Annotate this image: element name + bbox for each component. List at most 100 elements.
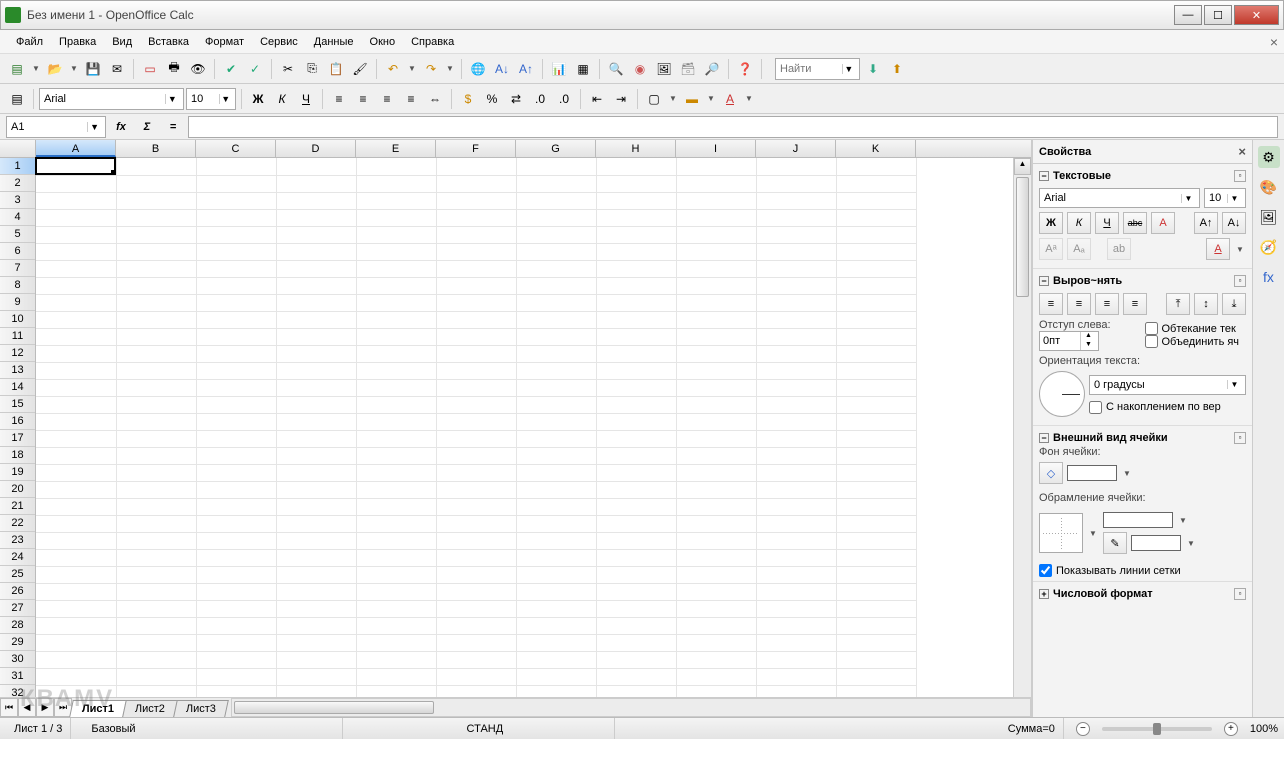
menu-tools[interactable]: Сервис [252,33,306,51]
sb-font-name-dropdown-icon[interactable]: ▼ [1181,194,1195,203]
row-header[interactable]: 1 [0,158,35,175]
search-input[interactable]: ▼ [775,58,860,80]
column-header[interactable]: G [516,140,596,157]
horizontal-scrollbar[interactable] [231,698,1031,717]
row-header[interactable]: 7 [0,260,35,277]
row-header[interactable]: 25 [0,566,35,583]
row-header[interactable]: 17 [0,430,35,447]
select-all-corner[interactable] [0,140,36,157]
font-name-dropdown-icon[interactable]: ▼ [165,94,179,104]
appearance-section-more-icon[interactable]: ▫ [1234,432,1246,444]
hscroll-thumb[interactable] [234,701,434,714]
text-section-header[interactable]: − Текстовые ▫ [1039,168,1246,184]
font-name-combo[interactable]: ▼ [39,88,184,110]
search-down-icon[interactable]: ⬇ [862,58,884,80]
hyperlink-icon[interactable]: 🌐 [467,58,489,80]
vertical-scrollbar[interactable]: ▲ ▼ [1013,158,1031,697]
merge-cells-icon[interactable]: ⇔ [424,88,446,110]
zoom-thumb[interactable] [1153,723,1161,735]
preview-icon[interactable]: 👁 [187,58,209,80]
indent-up-icon[interactable]: ▲ [1080,332,1096,341]
indent-input[interactable] [1040,335,1080,347]
row-header[interactable]: 19 [0,464,35,481]
row-header[interactable]: 18 [0,447,35,464]
font-size-combo[interactable]: ▼ [186,88,236,110]
row-header[interactable]: 16 [0,413,35,430]
save-icon[interactable]: 💾 [82,58,104,80]
wrap-checkbox[interactable]: Обтекание тек [1145,322,1247,335]
column-header[interactable]: E [356,140,436,157]
border-dropdown-icon[interactable]: ▼ [1087,529,1099,538]
sb-align-left-icon[interactable]: ≡ [1039,293,1063,315]
collapse-icon[interactable]: − [1039,276,1049,286]
sb-grow-font-icon[interactable]: A↑ [1194,212,1218,234]
status-mode[interactable]: СТАНД [355,718,615,739]
sidebar-close-icon[interactable]: × [1238,144,1246,159]
column-header[interactable]: F [436,140,516,157]
standard-format-icon[interactable]: ⇄ [505,88,527,110]
row-header[interactable]: 23 [0,532,35,549]
bg-color-dropdown-icon[interactable]: ▼ [1121,469,1133,478]
collapse-icon[interactable]: − [1039,171,1049,181]
redo-dropdown-icon[interactable]: ▼ [444,64,456,73]
indent-down-icon[interactable]: ▼ [1080,341,1096,350]
open-icon[interactable]: 📂 [44,58,66,80]
row-header[interactable]: 15 [0,396,35,413]
menu-format[interactable]: Формат [197,33,252,51]
print-icon[interactable]: 🖶 [163,58,185,80]
gridlines-checkbox[interactable]: Показывать линии сетки [1039,564,1246,577]
sb-valign-mid-icon[interactable]: ↕ [1194,293,1218,315]
search-up-icon[interactable]: ⬆ [886,58,908,80]
zoom-out-button[interactable]: − [1076,722,1090,736]
equals-button[interactable]: = [162,116,184,138]
close-button[interactable]: ✕ [1234,5,1279,25]
tab-prev-icon[interactable]: ◀ [18,698,36,717]
merge-checkbox[interactable]: Объединить яч [1145,335,1247,348]
align-center-icon[interactable]: ≡ [352,88,374,110]
sum-button[interactable]: Σ [136,116,158,138]
sb-underline-button[interactable]: Ч [1095,212,1119,234]
row-header[interactable]: 3 [0,192,35,209]
sb-fontcolor2-icon[interactable]: A [1206,238,1230,260]
indent-spinner[interactable]: ▲▼ [1039,331,1099,351]
dec-indent-icon[interactable]: ⇤ [586,88,608,110]
menu-help[interactable]: Справка [403,33,462,51]
toggle-grid-icon[interactable]: ▦ [572,58,594,80]
orientation-dropdown-icon[interactable]: ▼ [1227,380,1241,389]
column-header[interactable]: K [836,140,916,157]
border-color-picker[interactable] [1131,535,1181,551]
properties-tab-icon[interactable]: ⚙ [1258,146,1280,168]
zoom-icon[interactable]: 🔎 [701,58,723,80]
row-header[interactable]: 8 [0,277,35,294]
maximize-button[interactable]: ☐ [1204,5,1232,25]
row-header[interactable]: 31 [0,668,35,685]
column-header[interactable]: A [36,140,116,157]
sb-align-right-icon[interactable]: ≡ [1095,293,1119,315]
sb-strike-button[interactable]: abc [1123,212,1147,234]
navigator-tab-icon[interactable]: 🧭 [1258,236,1280,258]
search-dropdown-icon[interactable]: ▼ [842,64,855,74]
row-header[interactable]: 4 [0,209,35,226]
font-size-dropdown-icon[interactable]: ▼ [219,94,231,104]
search-field[interactable] [780,63,842,75]
percent-icon[interactable]: % [481,88,503,110]
row-header[interactable]: 9 [0,294,35,311]
status-sum[interactable]: Сумма=0 [627,718,1063,739]
orientation-combo[interactable]: 0 градусы ▼ [1089,375,1246,395]
row-header[interactable]: 30 [0,651,35,668]
appearance-section-header[interactable]: − Внешний вид ячейки ▫ [1039,430,1246,446]
sb-font-size-combo[interactable]: 10 ▼ [1204,188,1246,208]
name-box[interactable]: ▼ [6,116,106,138]
cut-icon[interactable]: ✂ [277,58,299,80]
sb-fontcolor2-dropdown-icon[interactable]: ▼ [1234,245,1246,254]
functions-tab-icon[interactable]: fx [1258,266,1280,288]
sb-valign-bot-icon[interactable]: ⤓ [1222,293,1246,315]
bold-button[interactable]: Ж [247,88,269,110]
sheet-tab[interactable]: Лист3 [173,700,229,717]
function-wizard-button[interactable]: fx [110,116,132,138]
border-color-icon[interactable]: ✎ [1103,532,1127,554]
document-close-icon[interactable]: × [1270,34,1278,50]
column-header[interactable]: J [756,140,836,157]
paste-icon[interactable]: 📋 [325,58,347,80]
sort-desc-icon[interactable]: A↑ [515,58,537,80]
